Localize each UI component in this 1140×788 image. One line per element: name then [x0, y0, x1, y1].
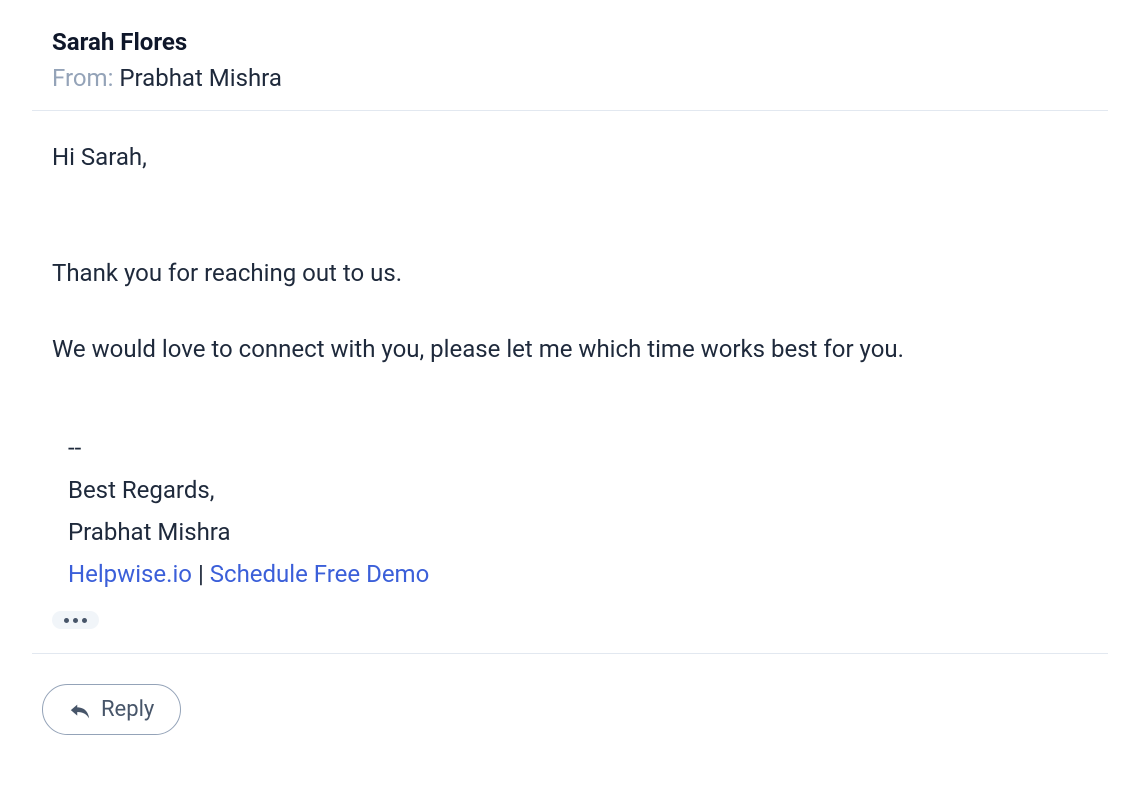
signature-separator: | — [192, 560, 210, 588]
reply-button-label: Reply — [101, 697, 154, 722]
signature-closing: Best Regards, — [68, 469, 1088, 511]
body-line-2: We would love to connect with you, pleas… — [52, 331, 1088, 367]
reply-icon — [69, 700, 91, 718]
ellipsis-icon — [73, 618, 78, 623]
signature-block: -- Best Regards, Prabhat Mishra Helpwise… — [52, 427, 1088, 595]
signature-link-helpwise[interactable]: Helpwise.io — [68, 560, 192, 588]
email-body: Hi Sarah, Thank you for reaching out to … — [32, 111, 1108, 654]
signature-divider: -- — [68, 427, 1088, 469]
from-label: From: — [52, 64, 119, 92]
ellipsis-icon — [64, 618, 69, 623]
from-name: Prabhat Mishra — [119, 64, 282, 92]
greeting-line: Hi Sarah, — [52, 139, 1088, 175]
signature-name: Prabhat Mishra — [68, 511, 1088, 553]
email-container: Sarah Flores From: Prabhat Mishra Hi Sar… — [0, 0, 1140, 765]
signature-links: Helpwise.io | Schedule Free Demo — [68, 553, 1088, 595]
ellipsis-icon — [82, 618, 87, 623]
email-footer: Reply — [32, 654, 1108, 765]
reply-button[interactable]: Reply — [42, 684, 181, 735]
body-line-1: Thank you for reaching out to us. — [52, 255, 1088, 291]
from-line: From: Prabhat Mishra — [52, 64, 1088, 92]
email-header: Sarah Flores From: Prabhat Mishra — [32, 0, 1108, 111]
more-options-button[interactable] — [52, 611, 99, 629]
body-text: Hi Sarah, Thank you for reaching out to … — [52, 139, 1088, 367]
signature-link-demo[interactable]: Schedule Free Demo — [210, 560, 430, 588]
recipient-name: Sarah Flores — [52, 28, 1088, 56]
